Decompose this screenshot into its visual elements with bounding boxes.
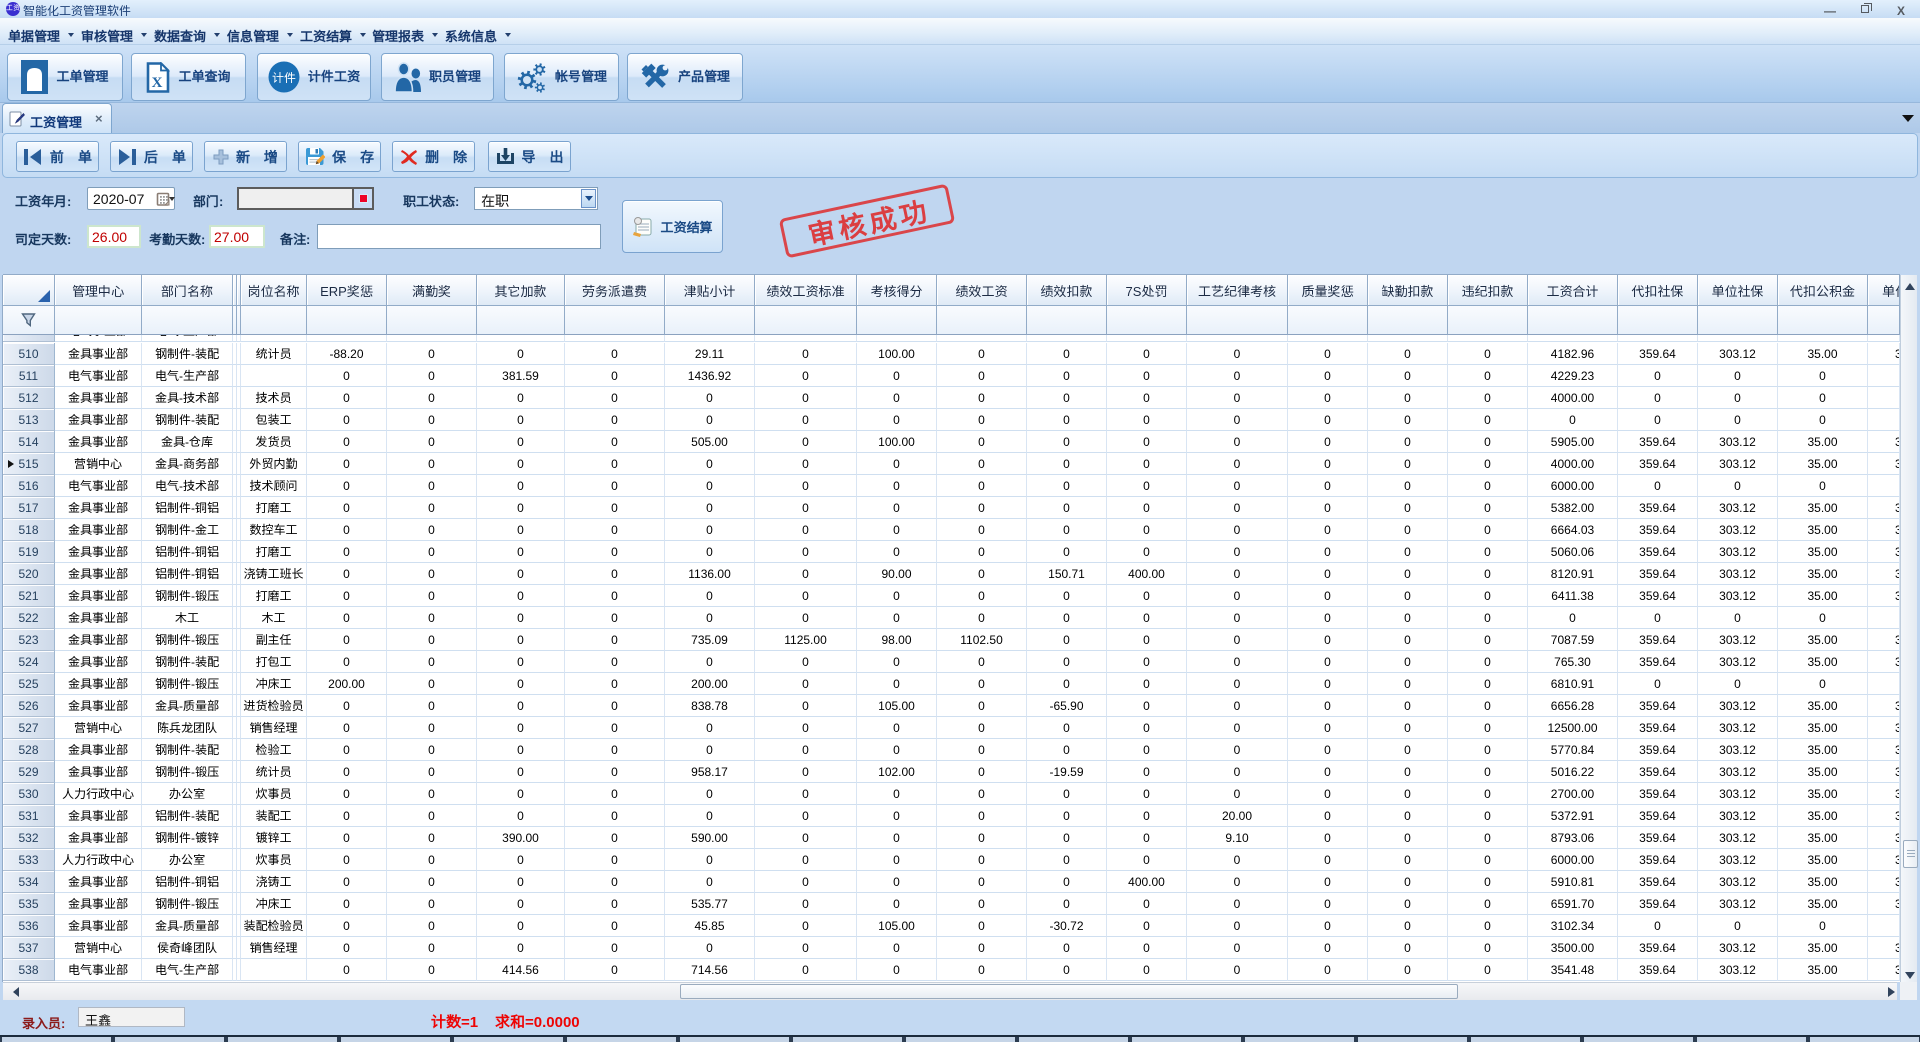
svg-text:计件: 计件 (272, 69, 296, 86)
svg-text:X: X (152, 75, 163, 91)
